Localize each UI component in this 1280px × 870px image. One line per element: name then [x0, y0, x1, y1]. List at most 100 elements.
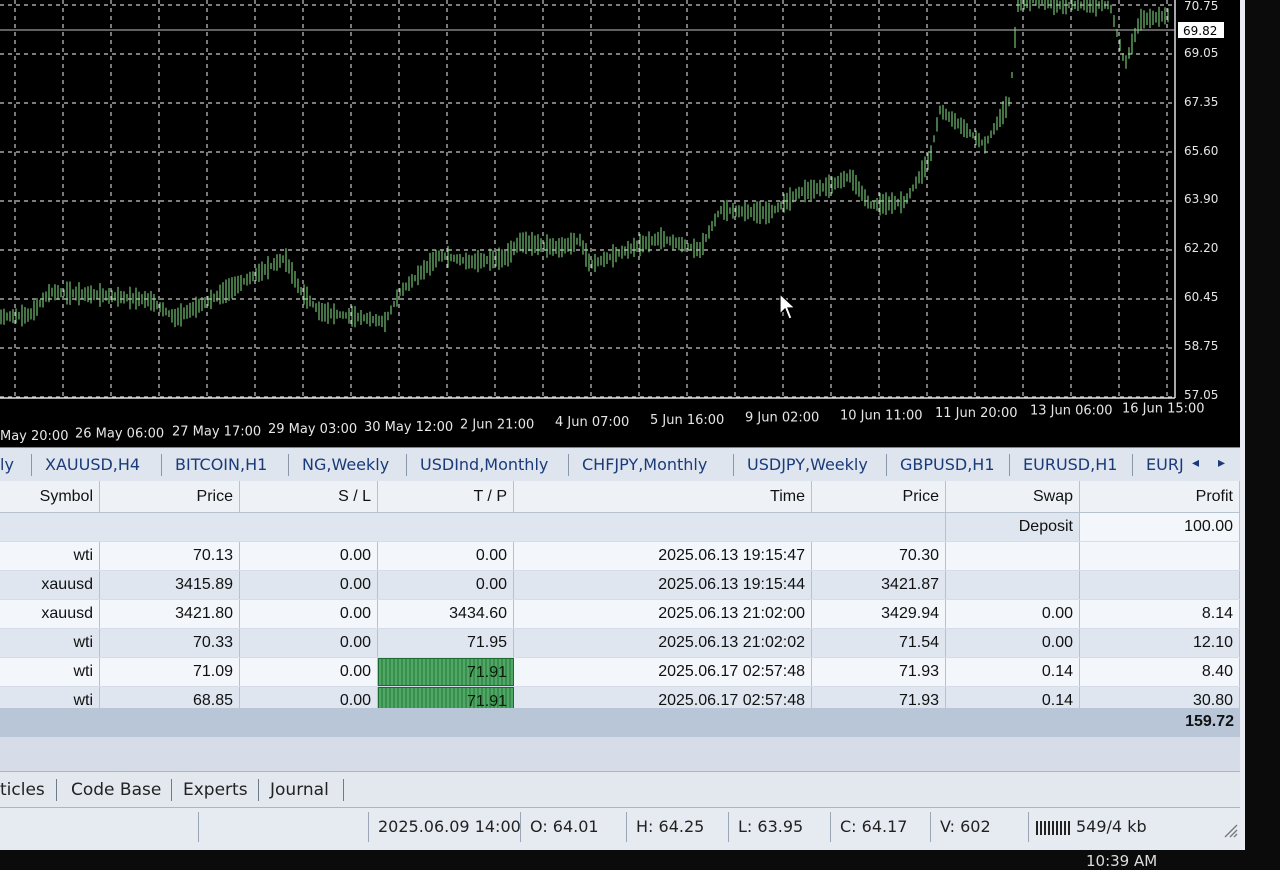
price-chart[interactable]: 70.75 69.05 67.35 65.60 63.90 62.20 60.45 58.75…	[0, 0, 1240, 447]
tab-separator	[733, 454, 734, 476]
chart-tab[interactable]: EURUSD,H1	[1023, 455, 1117, 474]
cell-time: 2025.06.13 19:15:47	[514, 542, 812, 570]
price-axis-label: 57.05	[1184, 388, 1218, 402]
toolbox-tab[interactable]: Experts	[183, 780, 248, 800]
cell-price: 70.33	[100, 629, 240, 657]
toolbox-tab[interactable]: Journal	[270, 780, 329, 800]
toolbox-tab[interactable]: Code Base	[71, 780, 161, 800]
system-clock: 10:39 AM	[1086, 852, 1158, 870]
header-price[interactable]: Price	[100, 481, 240, 513]
header-close-price[interactable]: Price	[812, 481, 946, 513]
cell-time: 2025.06.17 02:57:48	[514, 658, 812, 686]
cell-profit: 12.10	[1080, 629, 1240, 657]
cell-swap	[946, 571, 1080, 599]
time-axis-label: 10 Jun 11:00	[840, 408, 923, 423]
cell-tp: 71.95	[378, 629, 514, 657]
header-symbol[interactable]: Symbol	[0, 481, 100, 513]
header-time[interactable]: Time	[514, 481, 812, 513]
deposit-row: Deposit 100.00	[0, 513, 1240, 542]
mouse-cursor-icon	[778, 292, 798, 326]
symbol-tabs-bar: ly XAUUSD,H4 BITCOIN,H1 NG,Weekly USDInd,Mon…	[0, 447, 1240, 483]
chart-tab[interactable]: CHFJPY,Monthly	[582, 455, 707, 474]
cell-sl: 0.00	[240, 629, 378, 657]
deposit-label: Deposit	[946, 513, 1080, 541]
chart-canvas[interactable]: 70.75 69.05 67.35 65.60 63.90 62.20 60.45 58.75…	[0, 0, 1240, 447]
chart-tab[interactable]: ly	[0, 455, 14, 474]
trade-row[interactable]: xauusd 3421.80 0.00 3434.60 2025.06.13 21:02…	[0, 600, 1240, 629]
chart-tab[interactable]: BITCOIN,H1	[175, 455, 267, 474]
time-axis-label: 4 Jun 07:00	[555, 415, 629, 430]
cell-price2: 3421.87	[812, 571, 946, 599]
cell-price2: 3429.94	[812, 600, 946, 628]
trade-row[interactable]: wti 70.13 0.00 0.00 2025.06.13 19:15:47 70.30	[0, 542, 1240, 571]
cell-price: 70.13	[100, 542, 240, 570]
cell-sl: 0.00	[240, 658, 378, 686]
cell-profit: 8.14	[1080, 600, 1240, 628]
price-axis-label: 65.60	[1184, 144, 1218, 158]
cell-profit	[1080, 542, 1240, 570]
tab-separator	[1132, 454, 1133, 476]
chart-tab[interactable]: XAUUSD,H4	[45, 455, 140, 474]
header-profit[interactable]: Profit	[1080, 481, 1240, 513]
toolbox-tabs-bar: ticles Code Base Experts Journal	[0, 771, 1240, 808]
current-price-label: 69.82	[1183, 24, 1217, 38]
trade-row[interactable]: wti 70.33 0.00 71.95 2025.06.13 21:02:02 71.5…	[0, 629, 1240, 658]
time-axis-label: 11 Jun 20:00	[935, 406, 1018, 421]
price-axis-label: 63.90	[1184, 192, 1218, 206]
time-axis-label: May 20:00	[0, 429, 68, 444]
toolbox-tab-separator	[343, 779, 344, 801]
tab-scroll-right-icon[interactable]: ▸	[1218, 455, 1225, 471]
time-axis-label: 16 Jun 15:00	[1122, 401, 1205, 416]
total-profit: 159.72	[1185, 713, 1234, 730]
status-volume: V: 602	[940, 817, 991, 836]
toolbox-tab-separator	[56, 779, 57, 801]
header-swap[interactable]: Swap	[946, 481, 1080, 513]
tab-separator	[568, 454, 569, 476]
tab-separator	[886, 454, 887, 476]
deposit-value: 100.00	[1080, 513, 1240, 541]
header-tp[interactable]: T / P	[378, 481, 514, 513]
price-axis-label: 60.45	[1184, 290, 1218, 304]
cell-price2: 70.30	[812, 542, 946, 570]
cell-price: 71.09	[100, 658, 240, 686]
cell-symbol: xauusd	[0, 571, 100, 599]
toolbox-tab[interactable]: ticles	[0, 780, 45, 800]
trade-row[interactable]: xauusd 3415.89 0.00 0.00 2025.06.13 19:15:44…	[0, 571, 1240, 600]
cell-sl: 0.00	[240, 600, 378, 628]
time-axis-label: 9 Jun 02:00	[745, 411, 819, 426]
chart-tab[interactable]: NG,Weekly	[302, 455, 389, 474]
chart-tab[interactable]: GBPUSD,H1	[900, 455, 995, 474]
cell-profit: 8.40	[1080, 658, 1240, 686]
tab-scroll-left-icon[interactable]: ◂	[1192, 455, 1199, 471]
total-row: 159.72	[0, 708, 1240, 737]
time-axis-label: 13 Jun 06:00	[1030, 404, 1113, 419]
cell-sl: 0.00	[240, 571, 378, 599]
chart-tab[interactable]: EURJ	[1146, 455, 1184, 474]
cell-sl: 0.00	[240, 542, 378, 570]
cell-symbol: wti	[0, 629, 100, 657]
cell-tp: 3434.60	[378, 600, 514, 628]
status-bar: 2025.06.09 14:00 O: 64.01 H: 64.25 L: 63…	[0, 807, 1240, 850]
cell-price: 3415.89	[100, 571, 240, 599]
cell-swap	[946, 542, 1080, 570]
price-bars	[0, 0, 1169, 333]
header-sl[interactable]: S / L	[240, 481, 378, 513]
cell-time: 2025.06.13 21:02:02	[514, 629, 812, 657]
connection-traffic-icon	[1036, 819, 1072, 841]
chart-tab[interactable]: USDInd,Monthly	[420, 455, 548, 474]
resize-grip-icon[interactable]	[1222, 822, 1238, 842]
cell-tp: 71.91	[378, 658, 514, 686]
cell-time: 2025.06.13 19:15:44	[514, 571, 812, 599]
cell-time: 2025.06.13 21:02:00	[514, 600, 812, 628]
cell-symbol: wti	[0, 542, 100, 570]
tab-separator	[288, 454, 289, 476]
cell-profit	[1080, 571, 1240, 599]
time-axis-label: 27 May 17:00	[172, 424, 261, 439]
time-axis-label: 26 May 06:00	[75, 427, 164, 442]
trade-row[interactable]: wti 71.09 0.00 71.91 2025.06.17 02:57:48 71.9…	[0, 658, 1240, 687]
status-low: L: 63.95	[738, 817, 804, 836]
toolbox-tab-separator	[171, 779, 172, 801]
price-axis-label: 58.75	[1184, 339, 1218, 353]
chart-tab[interactable]: USDJPY,Weekly	[747, 455, 868, 474]
toolbox-tab-separator	[258, 779, 259, 801]
